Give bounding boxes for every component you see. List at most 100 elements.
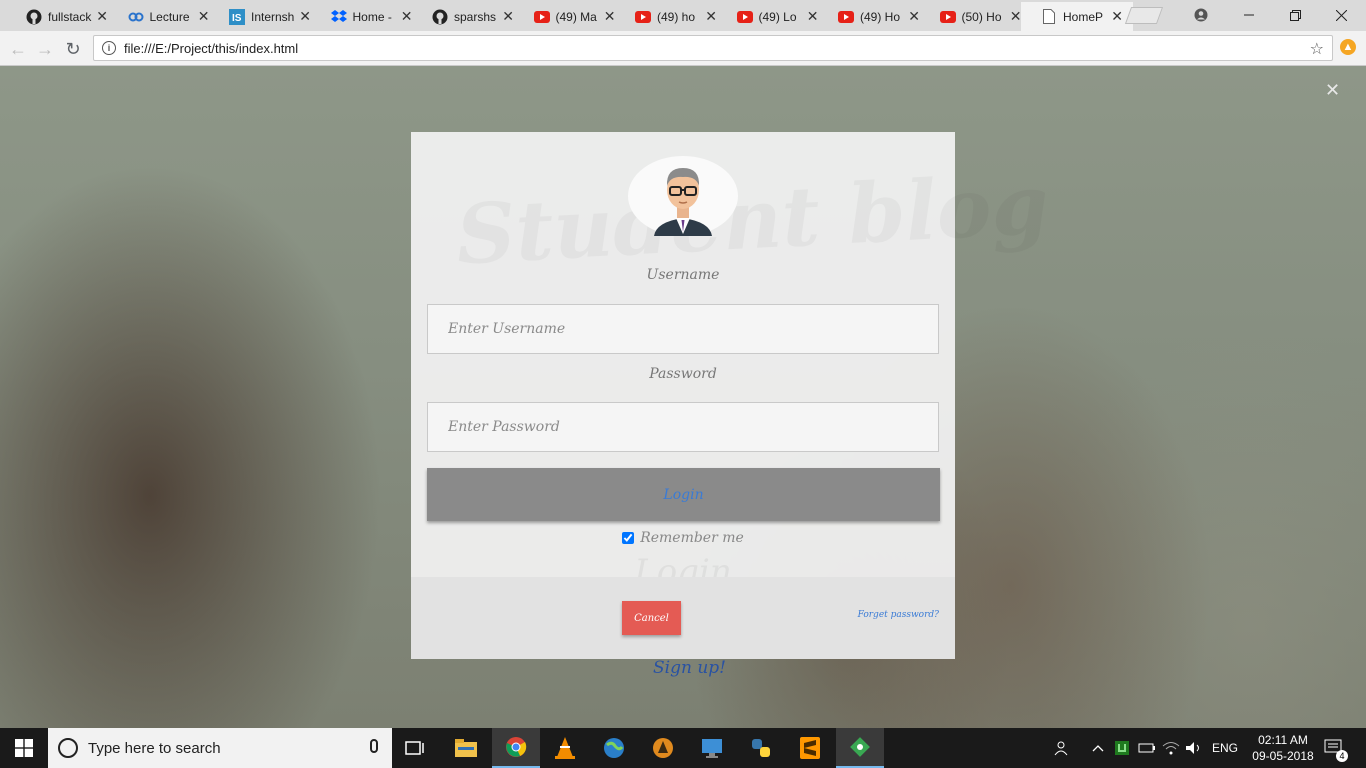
python-icon[interactable] <box>745 732 777 764</box>
restore-button[interactable] <box>1272 0 1318 30</box>
tab-close-icon[interactable]: ✕ <box>401 8 413 25</box>
password-label: Password <box>649 366 717 382</box>
tab-close-icon[interactable]: ✕ <box>1111 8 1123 25</box>
login-button[interactable]: Login <box>427 468 940 521</box>
chrome-icon[interactable] <box>492 728 540 768</box>
bookmark-star-icon[interactable]: ☆ <box>1310 39 1324 59</box>
windows-icon <box>15 739 33 757</box>
youtube-icon <box>635 9 651 25</box>
fruity-loops-icon[interactable] <box>647 732 679 764</box>
search-placeholder: Type here to search <box>88 739 221 757</box>
tab-label: Internsh <box>251 9 295 24</box>
git-gui-icon[interactable] <box>836 728 884 768</box>
battery-icon[interactable] <box>1138 728 1156 768</box>
close-window-button[interactable] <box>1318 0 1364 30</box>
forward-button[interactable]: → <box>33 37 57 61</box>
youtube-icon <box>736 9 753 25</box>
tab-7[interactable]: (49) ho ✕ <box>615 2 727 31</box>
tab-1[interactable]: fullstack ✕ <box>6 2 118 31</box>
login-modal: Student blog Username Password Login Rem… <box>411 132 955 659</box>
site-info-icon[interactable]: i <box>102 41 116 55</box>
tab-close-icon[interactable]: ✕ <box>198 8 210 25</box>
tab-close-icon[interactable]: ✕ <box>604 8 616 25</box>
profile-icon[interactable] <box>1178 0 1224 30</box>
tab-label: (50) Ho <box>961 9 1002 24</box>
clock-date: 09-05-2018 <box>1252 749 1314 763</box>
reload-button[interactable]: ↻ <box>61 37 85 61</box>
tab-strip: fullstack ✕ Lecture ✕ IS Internsh ✕ Home - ✕ spar… <box>0 0 1366 31</box>
tab-label: (49) Ho <box>860 9 901 24</box>
close-icon[interactable]: ✕ <box>1325 80 1340 101</box>
clock-time: 02:11 AM <box>1258 733 1308 747</box>
cancel-button[interactable]: Cancel <box>622 601 681 635</box>
taskbar-search[interactable]: Type here to search <box>48 728 392 768</box>
remember-label: Remember me <box>640 530 744 546</box>
tab-label: (49) Ma <box>555 9 597 24</box>
tab-6[interactable]: (49) Ma ✕ <box>514 2 626 31</box>
tab-8[interactable]: (49) Lo ✕ <box>717 2 829 31</box>
tab-9[interactable]: (49) Ho ✕ <box>818 2 930 31</box>
tab-5[interactable]: sparshs ✕ <box>412 2 524 31</box>
minimize-button[interactable] <box>1226 0 1272 30</box>
tab-2[interactable]: Lecture ✕ <box>108 2 220 31</box>
address-bar[interactable]: i file:///E:/Project/this/index.html ☆ <box>93 35 1333 61</box>
remember-checkbox[interactable] <box>622 532 635 544</box>
youtube-icon <box>838 9 854 25</box>
tab-4[interactable]: Home - ✕ <box>311 2 423 31</box>
internshala-icon: IS <box>229 8 245 25</box>
microphone-icon[interactable] <box>370 739 378 753</box>
chevron-up-icon[interactable] <box>1092 728 1104 768</box>
browser-toolbar: ← → ↻ i file:///E:/Project/this/index.ht… <box>0 31 1366 66</box>
page-viewport: ✕ Student blog Username Password Login <box>0 66 1366 728</box>
modal-footer: Cancel Forget password? <box>411 577 955 659</box>
tab-label: sparshs <box>454 9 497 24</box>
tab-label: Home - <box>352 9 392 24</box>
svg-text:IS: IS <box>232 13 242 24</box>
tab-3[interactable]: IS Internsh ✕ <box>209 2 321 31</box>
taskbar: Type here to search ENG 02:11 AM 09-05-2… <box>0 728 1366 768</box>
forgot-password-link[interactable]: Forget password? <box>858 610 939 620</box>
new-tab-button[interactable] <box>1124 7 1164 24</box>
action-center-icon[interactable]: 4 <box>1324 728 1348 768</box>
tab-label: (49) Lo <box>758 9 797 24</box>
tab-close-icon[interactable]: ✕ <box>1010 8 1022 25</box>
tab-close-icon[interactable]: ✕ <box>908 8 920 25</box>
tab-close-icon[interactable]: ✕ <box>299 8 311 25</box>
tab-11[interactable]: HomeP ✕ <box>1021 2 1133 31</box>
dropbox-icon <box>330 9 347 25</box>
watermark-text: Student blog <box>454 157 1051 284</box>
people-icon[interactable] <box>1054 728 1072 768</box>
language-indicator[interactable]: ENG <box>1212 728 1238 768</box>
taskbar-clock[interactable]: 02:11 AM 09-05-2018 <box>1243 732 1323 764</box>
tab-close-icon[interactable]: ✕ <box>807 8 819 25</box>
volume-icon[interactable] <box>1185 728 1203 768</box>
tab-close-icon[interactable]: ✕ <box>705 8 717 25</box>
tab-label: HomeP <box>1063 9 1104 24</box>
cortana-icon <box>58 738 78 758</box>
sublime-text-icon[interactable] <box>794 732 826 764</box>
shield-icon[interactable] <box>1114 728 1130 768</box>
tab-close-icon[interactable]: ✕ <box>96 8 108 25</box>
url-text: file:///E:/Project/this/index.html <box>124 40 299 56</box>
youtube-icon <box>939 9 956 25</box>
notification-badge: 4 <box>1336 750 1348 762</box>
extension-icon[interactable]: ▲ <box>1340 39 1356 55</box>
coursera-icon <box>128 9 144 25</box>
task-view-icon[interactable] <box>400 732 432 764</box>
file-explorer-icon[interactable] <box>450 732 482 764</box>
vlc-icon[interactable] <box>549 732 581 764</box>
password-field[interactable] <box>427 402 939 452</box>
signup-link[interactable]: Sign up! <box>653 658 726 678</box>
back-button[interactable]: ← <box>6 37 30 61</box>
start-button[interactable] <box>0 728 48 768</box>
github-icon <box>432 9 448 25</box>
remember-me[interactable]: Remember me <box>411 530 955 546</box>
tab-close-icon[interactable]: ✕ <box>502 8 514 25</box>
tab-label: (49) ho <box>657 9 696 24</box>
wifi-icon[interactable] <box>1162 728 1180 768</box>
remote-desktop-icon[interactable] <box>696 732 728 764</box>
username-field[interactable] <box>427 304 939 354</box>
globe-app-icon[interactable] <box>598 732 630 764</box>
tab-10[interactable]: (50) Ho ✕ <box>920 2 1032 31</box>
youtube-icon <box>533 9 550 25</box>
